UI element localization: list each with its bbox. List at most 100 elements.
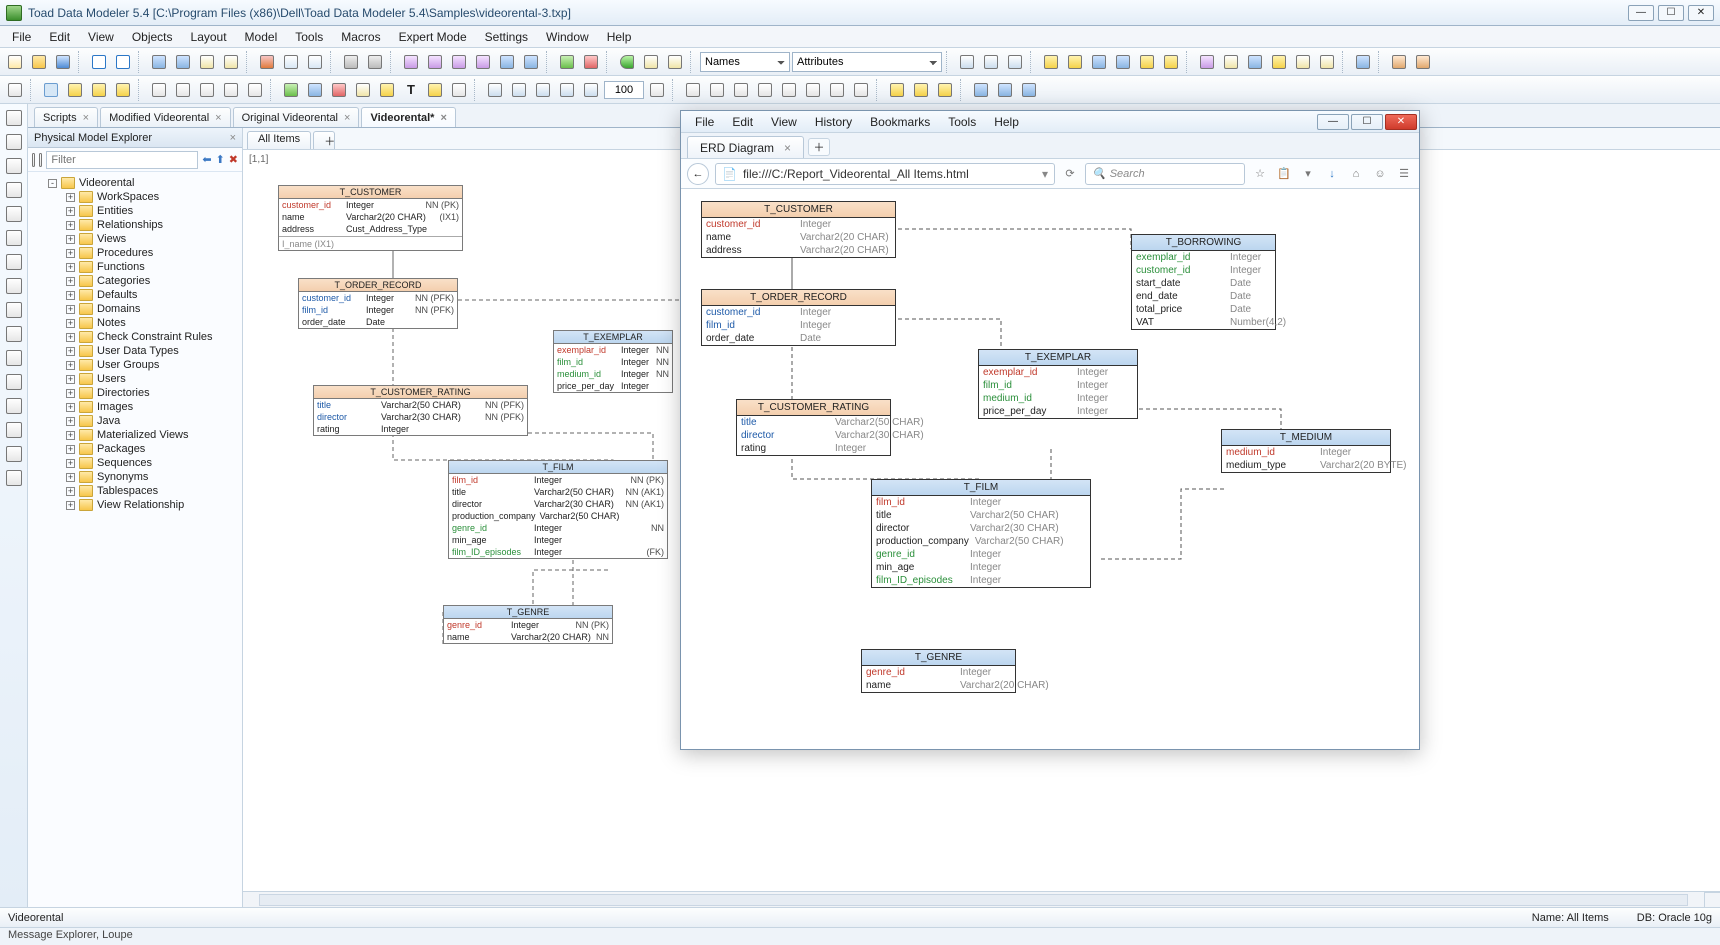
gutter-icon[interactable]	[6, 470, 22, 486]
opt-1[interactable]	[970, 79, 992, 101]
align-7[interactable]	[826, 79, 848, 101]
tbl-tool-3[interactable]	[112, 79, 134, 101]
help-btn[interactable]	[1352, 51, 1374, 73]
entity-t_customer_rating[interactable]: T_CUSTOMER_RATINGtitleVarchar2(50 CHAR)N…	[313, 385, 528, 436]
tab-close-icon[interactable]: ×	[83, 112, 89, 124]
report-entity-t_genre[interactable]: T_GENREgenre_idIntegernameVarchar2(20 CH…	[861, 649, 1016, 693]
rel-tool-4[interactable]	[220, 79, 242, 101]
filter-icon[interactable]	[32, 153, 35, 167]
canvas-hscroll[interactable]	[243, 891, 1720, 907]
button-d[interactable]	[472, 51, 494, 73]
tree-node[interactable]: +Views	[30, 232, 240, 246]
layer-btn-2[interactable]	[1220, 51, 1242, 73]
report-entity-t_customer[interactable]: T_CUSTOMERcustomer_idIntegernameVarchar2…	[701, 201, 896, 258]
align-3[interactable]	[730, 79, 752, 101]
rel-tool-1[interactable]	[148, 79, 170, 101]
tab-close-icon[interactable]: ×	[440, 112, 446, 124]
align-8[interactable]	[850, 79, 872, 101]
gutter-icon[interactable]	[6, 398, 22, 414]
gutter-icon[interactable]	[6, 422, 22, 438]
menu-model[interactable]: Model	[237, 28, 286, 46]
browser-menu-bookmarks[interactable]: Bookmarks	[862, 113, 938, 131]
shape-tool-4[interactable]	[352, 79, 374, 101]
tab-close-icon[interactable]: ×	[344, 112, 350, 124]
browser-menu-file[interactable]: File	[687, 113, 722, 131]
save-button[interactable]	[52, 51, 74, 73]
report-entity-t_borrowing[interactable]: T_BORROWINGexemplar_idIntegercustomer_id…	[1131, 234, 1276, 330]
db-connect-button[interactable]	[148, 51, 170, 73]
tree-node[interactable]: +Packages	[30, 442, 240, 456]
gutter-icon[interactable]	[6, 134, 22, 150]
workspace-add-tab[interactable]: ＋	[313, 131, 335, 149]
tree-node[interactable]: +User Data Types	[30, 344, 240, 358]
gutter-icon[interactable]	[6, 110, 22, 126]
fit-btn-6[interactable]	[1160, 51, 1182, 73]
fit-btn-2[interactable]	[1064, 51, 1086, 73]
entity-t_order_record[interactable]: T_ORDER_RECORDcustomer_idIntegerNN (PFK)…	[298, 278, 458, 329]
opt-3[interactable]	[1018, 79, 1040, 101]
rel-tool-3[interactable]	[196, 79, 218, 101]
report-entity-t_medium[interactable]: T_MEDIUMmedium_idIntegermedium_typeVarch…	[1221, 429, 1391, 473]
browser-close-button[interactable]: ✕	[1385, 114, 1417, 130]
cut-button[interactable]	[256, 51, 278, 73]
entity-t_customer[interactable]: T_CUSTOMERcustomer_idIntegerNN (PK)nameV…	[278, 185, 463, 251]
zoom-100-button[interactable]	[556, 79, 578, 101]
align-5[interactable]	[778, 79, 800, 101]
db-sync-button[interactable]	[172, 51, 194, 73]
menu-view[interactable]: View	[80, 28, 122, 46]
doc-tab[interactable]: Scripts×	[34, 107, 98, 127]
layer-btn-5[interactable]	[1292, 51, 1314, 73]
play-button[interactable]	[616, 51, 638, 73]
opt-2[interactable]	[994, 79, 1016, 101]
report-entity-t_exemplar[interactable]: T_EXEMPLARexemplar_idIntegerfilm_idInteg…	[978, 349, 1138, 419]
doc-button[interactable]	[220, 51, 242, 73]
tbl-tool-2[interactable]	[88, 79, 110, 101]
menu-file[interactable]: File	[4, 28, 39, 46]
tree-node[interactable]: +Procedures	[30, 246, 240, 260]
nav-next-icon[interactable]: ⬆	[216, 153, 225, 167]
explorer-close-icon[interactable]: ×	[230, 132, 236, 144]
search-field[interactable]: 🔍 Search	[1085, 163, 1245, 185]
gutter-icon[interactable]	[6, 206, 22, 222]
align-4[interactable]	[754, 79, 776, 101]
doc-tab[interactable]: Modified Videorental×	[100, 107, 231, 127]
home-icon[interactable]: ⌂	[1347, 165, 1365, 183]
attrs-select[interactable]: Attributes	[792, 52, 942, 72]
menu-help[interactable]: Help	[599, 28, 640, 46]
text-tool[interactable]: T	[400, 79, 422, 101]
filter-mode-icon[interactable]	[39, 153, 42, 167]
report-button[interactable]	[196, 51, 218, 73]
close-button[interactable]: ✕	[1688, 5, 1714, 21]
browser-new-tab-button[interactable]: ＋	[808, 138, 830, 156]
undo-button[interactable]	[88, 51, 110, 73]
gutter-icon[interactable]	[6, 158, 22, 174]
browser-tab[interactable]: ERD Diagram×	[687, 136, 804, 158]
layer-btn-6[interactable]	[1316, 51, 1338, 73]
url-field[interactable]: 📄file:///C:/Report_Videorental_All Items…	[715, 163, 1055, 185]
align-6[interactable]	[802, 79, 824, 101]
tree-root[interactable]: -Videorental	[30, 176, 240, 190]
tree-node[interactable]: +Domains	[30, 302, 240, 316]
shape-tool-2[interactable]	[304, 79, 326, 101]
workspace-tab[interactable]: All Items	[247, 131, 311, 149]
shape-tool-5[interactable]	[376, 79, 398, 101]
entity-t_genre[interactable]: T_GENREgenre_idIntegerNN (PK)nameVarchar…	[443, 605, 613, 644]
cursor-tool[interactable]	[4, 79, 26, 101]
arrange-3[interactable]	[934, 79, 956, 101]
fit-btn-4[interactable]	[1112, 51, 1134, 73]
rel-tool-2[interactable]	[172, 79, 194, 101]
tree-node[interactable]: +Defaults	[30, 288, 240, 302]
tree-node[interactable]: +User Groups	[30, 358, 240, 372]
fit-btn-1[interactable]	[1040, 51, 1062, 73]
user-btn-2[interactable]	[1412, 51, 1434, 73]
gutter-icon[interactable]	[6, 278, 22, 294]
menu-window[interactable]: Window	[538, 28, 597, 46]
zoom-fit-button[interactable]	[532, 79, 554, 101]
tree-node[interactable]: +Sequences	[30, 456, 240, 470]
tree-node[interactable]: +Notes	[30, 316, 240, 330]
open-button[interactable]	[28, 51, 50, 73]
macro-button[interactable]	[664, 51, 686, 73]
print-button[interactable]	[340, 51, 362, 73]
shape-tool-3[interactable]	[328, 79, 350, 101]
tree-node[interactable]: +Relationships	[30, 218, 240, 232]
